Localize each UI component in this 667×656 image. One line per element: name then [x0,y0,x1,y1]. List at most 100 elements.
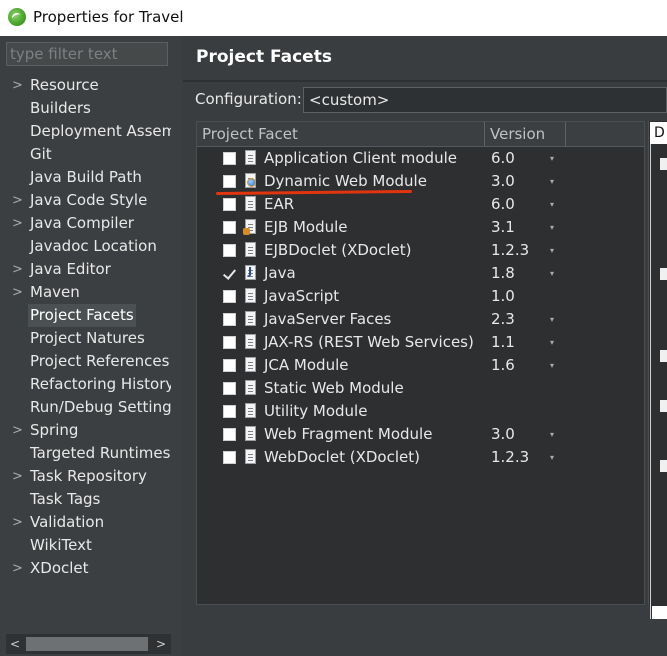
dropdown-arrow-icon[interactable]: ▾ [550,354,554,377]
facet-version[interactable]: 3.1 [491,216,515,239]
chevron-right-icon[interactable]: > [12,419,24,442]
table-row[interactable]: Static Web Module [197,377,644,400]
sidebar-item[interactable]: > Validation [0,511,172,534]
sidebar-item[interactable]: > Java Editor [0,258,172,281]
facet-version[interactable]: 1.6 [491,354,515,377]
scroll-left-icon[interactable]: < [6,634,24,654]
details-tab[interactable]: D [650,122,667,144]
doc-icon [245,357,256,372]
facet-checkbox[interactable] [223,290,236,303]
facet-version[interactable]: 2.3 [491,308,515,331]
dropdown-arrow-icon[interactable]: ▾ [550,239,554,262]
table-row[interactable]: JCA Module 1.6 ▾ [197,354,644,377]
facet-checkbox[interactable] [223,198,236,211]
dropdown-arrow-icon[interactable]: ▾ [550,193,554,216]
facet-version[interactable]: 6.0 [491,147,515,170]
table-row[interactable]: Utility Module [197,400,644,423]
sidebar-item[interactable]: Javadoc Location [0,235,172,258]
facet-checkbox[interactable] [223,175,236,188]
sidebar-item[interactable]: Git [0,143,172,166]
facet-version[interactable]: 1.8 [491,262,515,285]
details-icon [660,350,667,362]
table-row[interactable]: JavaScript 1.0 [197,285,644,308]
tree-horizontal-scrollbar[interactable]: < > [6,634,171,654]
table-row[interactable]: WebDoclet (XDoclet) 1.2.3 ▾ [197,446,644,469]
sidebar-item[interactable]: Project Natures [0,327,172,350]
table-row[interactable]: Web Fragment Module 3.0 ▾ [197,423,644,446]
table-row[interactable]: EJBDoclet (XDoclet) 1.2.3 ▾ [197,239,644,262]
facet-version[interactable]: 1.1 [491,331,515,354]
column-divider[interactable] [484,122,485,146]
facet-checkbox[interactable] [223,336,236,349]
sidebar-item[interactable]: Targeted Runtimes [0,442,172,465]
facet-checkbox[interactable] [223,267,236,280]
table-row[interactable]: Application Client module 6.0 ▾ [197,147,644,170]
facet-version[interactable]: 1.0 [491,285,515,308]
sidebar-item[interactable]: Deployment Assemb [0,120,186,143]
configuration-select[interactable]: <custom> [303,87,667,113]
table-row[interactable]: JavaServer Faces 2.3 ▾ [197,308,644,331]
facet-version[interactable]: 1.2.3 [491,239,529,262]
sidebar-item[interactable]: Task Tags [0,488,172,511]
sidebar-item[interactable]: Refactoring History [0,373,174,396]
sidebar-item[interactable]: > Resource [0,74,172,97]
dropdown-arrow-icon[interactable]: ▾ [550,147,554,170]
chevron-right-icon[interactable]: > [12,74,24,97]
facet-version[interactable]: 1.2.3 [491,446,529,469]
sidebar-item[interactable]: > XDoclet [0,557,172,580]
facet-version[interactable]: 3.0 [491,423,515,446]
table-row[interactable]: EAR 6.0 ▾ [197,193,644,216]
facet-version[interactable]: 3.0 [491,170,515,193]
dropdown-arrow-icon[interactable]: ▾ [550,216,554,239]
dropdown-arrow-icon[interactable]: ▾ [550,262,554,285]
table-row[interactable]: Dynamic Web Module 3.0 ▾ [197,170,644,193]
tree-vertical-scrollbar[interactable] [171,74,182,634]
facet-checkbox[interactable] [223,152,236,165]
sidebar-item[interactable]: Project References [0,350,172,373]
chevron-right-icon[interactable]: > [12,189,24,212]
chevron-right-icon[interactable]: > [12,258,24,281]
dropdown-arrow-icon[interactable]: ▾ [550,170,554,193]
facet-checkbox[interactable] [223,359,236,372]
facet-checkbox[interactable] [223,221,236,234]
sidebar-item[interactable]: > Spring [0,419,172,442]
sidebar-item[interactable]: Java Build Path [0,166,172,189]
sidebar-item[interactable]: > Task Repository [0,465,172,488]
sidebar-item[interactable]: > Java Compiler [0,212,172,235]
dropdown-arrow-icon[interactable]: ▾ [550,331,554,354]
facet-checkbox[interactable] [223,428,236,441]
sidebar-item[interactable]: Project Facets [0,304,172,327]
sidebar-item[interactable]: Builders [0,97,172,120]
facet-checkbox[interactable] [223,451,236,464]
page-title: Project Facets [196,47,332,67]
facet-checkbox[interactable] [223,382,236,395]
dropdown-arrow-icon[interactable]: ▾ [550,423,554,446]
title-bar: Properties for Travel [0,0,667,36]
sidebar-item[interactable]: > Maven [0,281,172,304]
dropdown-arrow-icon[interactable]: ▾ [550,308,554,331]
scrollbar-thumb[interactable] [26,637,148,651]
table-row[interactable]: EJB Module 3.1 ▾ [197,216,644,239]
chevron-right-icon[interactable]: > [12,511,24,534]
chevron-right-icon[interactable]: > [12,465,24,488]
table-row[interactable]: JAX-RS (REST Web Services) 1.1 ▾ [197,331,644,354]
facet-checkbox[interactable] [223,313,236,326]
table-row[interactable]: Java 1.8 ▾ [197,262,644,285]
facet-version[interactable]: 6.0 [491,193,515,216]
dropdown-arrow-icon[interactable]: ▾ [550,446,554,469]
chevron-right-icon[interactable]: > [12,557,24,580]
facet-name: EJB Module [264,218,348,236]
scroll-right-icon[interactable]: > [152,634,170,654]
sidebar-item[interactable]: WikiText [0,534,172,557]
column-header-facet[interactable]: Project Facet [202,122,298,146]
chevron-right-icon[interactable]: > [12,281,24,304]
sidebar-item[interactable]: > Java Code Style [0,189,172,212]
filter-input[interactable]: type filter text [6,42,168,66]
column-divider[interactable] [565,122,566,146]
facet-checkbox[interactable] [223,244,236,257]
chevron-right-icon[interactable]: > [12,212,24,235]
column-header-version[interactable]: Version [490,122,545,146]
sidebar-item[interactable]: Run/Debug Settings [0,396,179,419]
sidebar-item-label: Project References [30,352,170,370]
facet-checkbox[interactable] [223,405,236,418]
